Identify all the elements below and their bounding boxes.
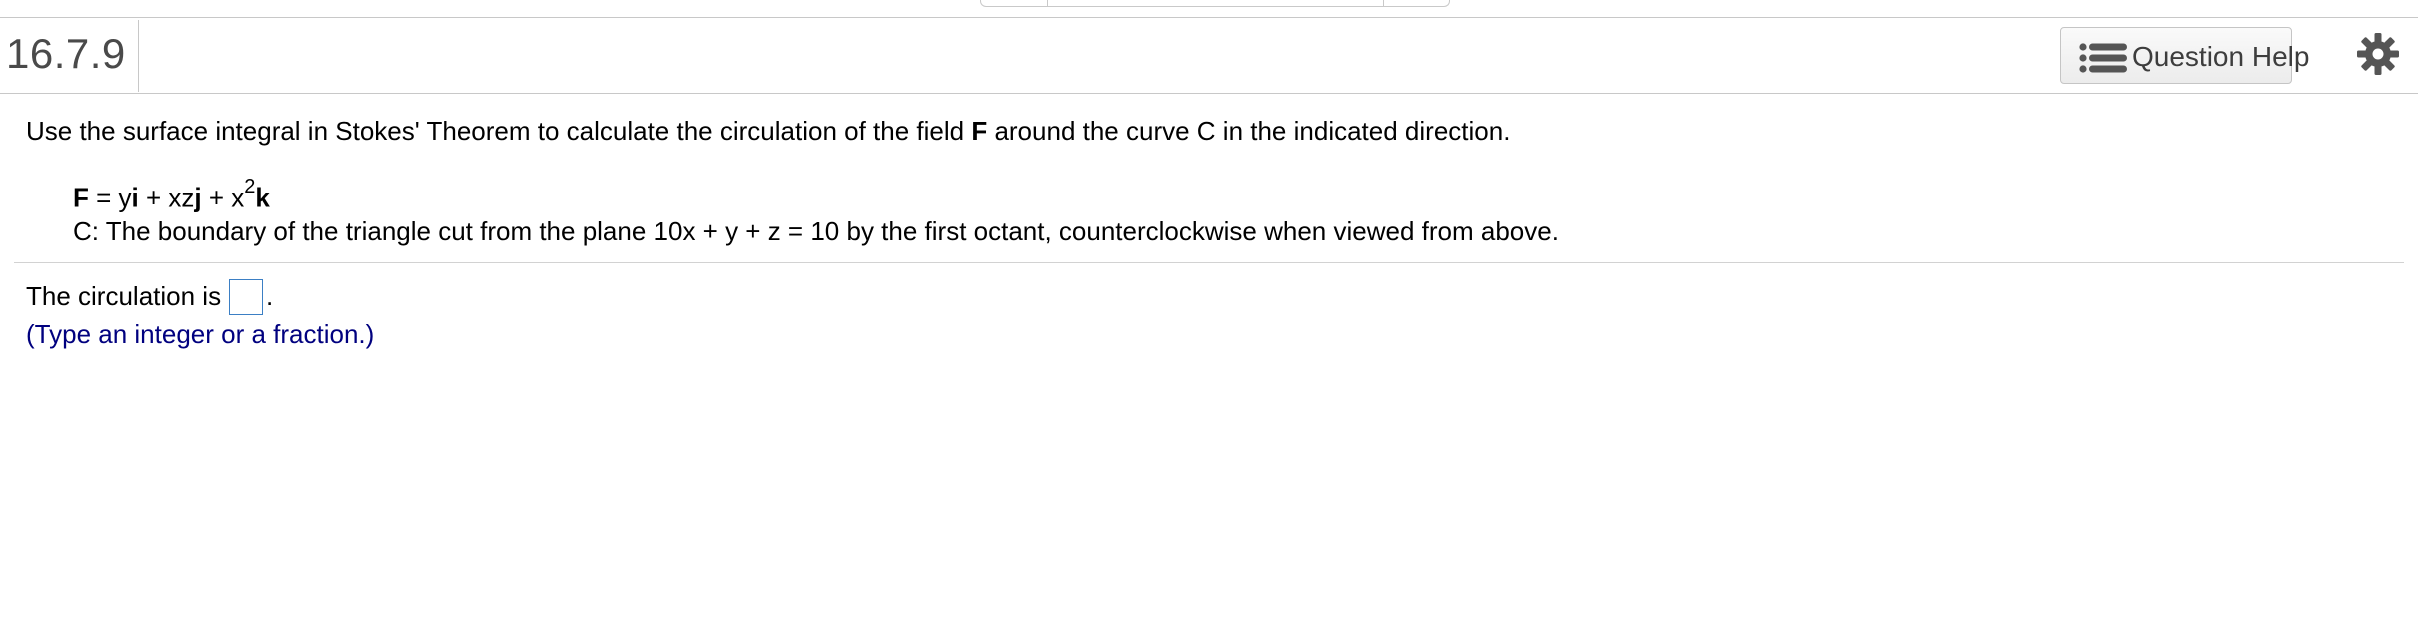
header-top-border xyxy=(0,17,2418,18)
question-instruction: Use the surface integral in Stokes' Theo… xyxy=(26,116,1510,147)
question-number: 16.7.9 xyxy=(6,30,126,77)
field-formula: F = yi + xzj + x2k xyxy=(73,176,270,214)
curve-description: C: The boundary of the triangle cut from… xyxy=(73,216,1559,246)
gear-icon[interactable] xyxy=(2356,32,2400,76)
header-bottom-border xyxy=(0,93,2418,94)
answer-period: . xyxy=(266,281,274,311)
section-divider xyxy=(14,262,2404,263)
field-symbol: F xyxy=(971,116,988,146)
formula-part: + xz xyxy=(138,182,195,213)
unit-vector-k: k xyxy=(255,182,270,213)
question-help-label: Question Help xyxy=(2132,41,2310,72)
answer-format-hint: (Type an integer or a fraction.) xyxy=(26,319,375,349)
question-help-button[interactable]: Question Help xyxy=(2060,27,2309,84)
tab-divider xyxy=(1047,0,1048,6)
field-name: F xyxy=(73,182,89,213)
top-tab-strip xyxy=(980,0,1450,7)
header-divider xyxy=(138,20,139,92)
answer-prompt: The circulation is xyxy=(26,281,222,311)
formula-part: + x xyxy=(201,182,245,213)
unit-vector-j: j xyxy=(194,182,202,213)
instruction-text-end: around the curve C in the indicated dire… xyxy=(987,116,1511,146)
instruction-text: Use the surface integral in Stokes' Theo… xyxy=(26,116,972,146)
tab-divider xyxy=(1383,0,1384,6)
formula-part: = y xyxy=(88,182,132,213)
exponent: 2 xyxy=(244,176,256,198)
answer-input[interactable] xyxy=(229,279,263,315)
list-icon xyxy=(2079,43,2127,73)
unit-vector-i: i xyxy=(131,182,139,213)
